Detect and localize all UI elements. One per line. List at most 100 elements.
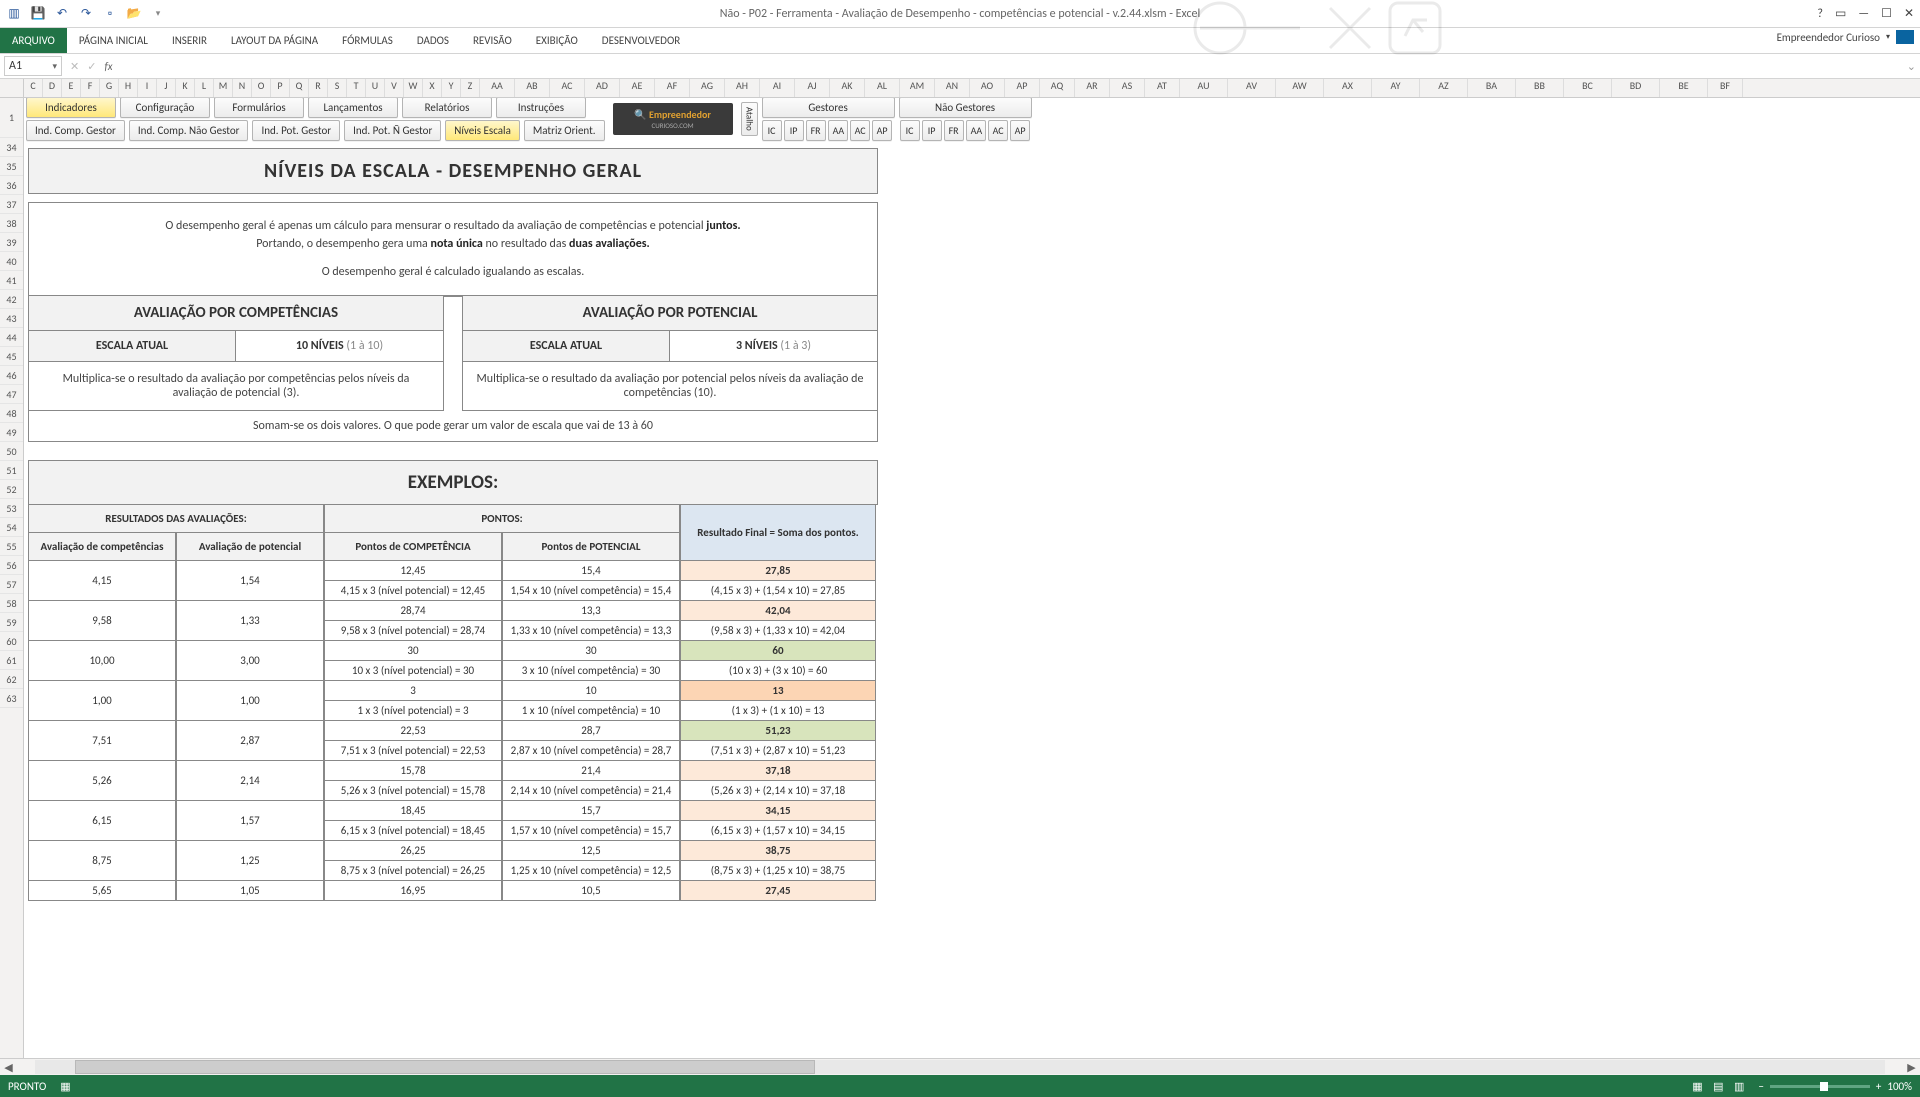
row-header[interactable]: 37 xyxy=(0,195,23,214)
macro-instru-es[interactable]: Instruções xyxy=(496,98,586,118)
short-ip-0[interactable]: IP xyxy=(784,120,804,141)
enter-formula-icon[interactable]: ✓ xyxy=(87,60,96,73)
row-header[interactable]: 44 xyxy=(0,328,23,347)
row-header[interactable]: 51 xyxy=(0,461,23,480)
row-header[interactable]: 34 xyxy=(0,138,23,157)
ribbon-tab-revisão[interactable]: REVISÃO xyxy=(461,28,524,53)
macro-relat-rios[interactable]: Relatórios xyxy=(402,98,492,118)
row-header[interactable]: 59 xyxy=(0,613,23,632)
row-header[interactable]: 48 xyxy=(0,404,23,423)
col-header[interactable]: AE xyxy=(620,79,655,97)
col-header[interactable]: X xyxy=(423,79,442,97)
ribbon-tab-página-inicial[interactable]: PÁGINA INICIAL xyxy=(67,28,160,53)
col-header[interactable]: D xyxy=(43,79,62,97)
row-header[interactable]: 61 xyxy=(0,651,23,670)
macro-indicadores[interactable]: Indicadores xyxy=(26,98,116,118)
page-layout-icon[interactable]: ▤ xyxy=(1713,1080,1723,1093)
macro-lan-amentos[interactable]: Lançamentos xyxy=(308,98,398,118)
short-ac-0[interactable]: AC xyxy=(850,120,870,141)
row-header[interactable]: 62 xyxy=(0,670,23,689)
scroll-left-icon[interactable]: ◀ xyxy=(0,1061,17,1074)
col-header[interactable]: W xyxy=(404,79,423,97)
macro-configura-o[interactable]: Configuração xyxy=(120,98,210,118)
row-header[interactable]: 45 xyxy=(0,347,23,366)
new-icon[interactable]: ▫ xyxy=(102,6,118,22)
col-header[interactable]: AM xyxy=(900,79,935,97)
col-header[interactable]: AL xyxy=(865,79,900,97)
ribbon-tab-inserir[interactable]: INSERIR xyxy=(160,28,219,53)
col-header[interactable]: AA xyxy=(480,79,515,97)
short-ic-1[interactable]: IC xyxy=(900,120,920,141)
row-header[interactable]: 60 xyxy=(0,632,23,651)
ribbon-collapse-icon[interactable]: ▭ xyxy=(1835,6,1846,21)
short-ap-0[interactable]: AP xyxy=(872,120,892,141)
redo-icon[interactable]: ↷ xyxy=(78,6,94,22)
row-header[interactable]: 63 xyxy=(0,689,23,708)
row-header[interactable]: 1 xyxy=(0,98,23,138)
zoom-out-icon[interactable]: − xyxy=(1758,1080,1763,1093)
col-header[interactable]: BD xyxy=(1612,79,1660,97)
macro-matriz-orient-[interactable]: Matriz Orient. xyxy=(524,120,605,141)
zoom-control[interactable]: − + 100% xyxy=(1758,1080,1912,1093)
col-header[interactable]: P xyxy=(271,79,290,97)
ribbon-tab-desenvolvedor[interactable]: DESENVOLVEDOR xyxy=(590,28,692,53)
col-header[interactable]: AG xyxy=(690,79,725,97)
col-header[interactable]: J xyxy=(157,79,176,97)
col-header[interactable]: U xyxy=(366,79,385,97)
col-header[interactable]: BB xyxy=(1516,79,1564,97)
avatar[interactable] xyxy=(1896,30,1914,44)
ribbon-tab-layout-da-página[interactable]: LAYOUT DA PÁGINA xyxy=(219,28,330,53)
col-header[interactable]: AS xyxy=(1110,79,1145,97)
col-header[interactable]: AD xyxy=(585,79,620,97)
col-header[interactable]: AR xyxy=(1075,79,1110,97)
fx-icon[interactable]: fx xyxy=(104,60,112,73)
col-header[interactable]: AF xyxy=(655,79,690,97)
gestores-button[interactable]: Gestores xyxy=(762,98,895,118)
horizontal-scrollbar[interactable]: ◀ ▶ xyxy=(0,1058,1920,1075)
scroll-right-icon[interactable]: ▶ xyxy=(1903,1061,1920,1074)
minimize-icon[interactable]: — xyxy=(1858,7,1869,21)
row-header[interactable]: 57 xyxy=(0,575,23,594)
undo-icon[interactable]: ↶ xyxy=(54,6,70,22)
col-header[interactable]: AH xyxy=(725,79,760,97)
macro-formul-rios[interactable]: Formulários xyxy=(214,98,304,118)
col-header[interactable]: AY xyxy=(1372,79,1420,97)
scroll-track[interactable] xyxy=(35,1060,1885,1074)
short-aa-0[interactable]: AA xyxy=(828,120,848,141)
col-header[interactable]: BF xyxy=(1708,79,1743,97)
col-header[interactable]: I xyxy=(138,79,157,97)
row-header[interactable]: 40 xyxy=(0,252,23,271)
account-label[interactable]: Empreendedor Curioso ▾ xyxy=(1777,30,1914,44)
macro-ind-comp-gestor[interactable]: Ind. Comp. Gestor xyxy=(26,120,125,141)
row-header[interactable]: 55 xyxy=(0,537,23,556)
row-header[interactable]: 53 xyxy=(0,499,23,518)
row-header[interactable]: 50 xyxy=(0,442,23,461)
name-box[interactable]: A1 ▾ xyxy=(4,56,62,76)
col-header[interactable]: AW xyxy=(1276,79,1324,97)
qat-dropdown-icon[interactable]: ▾ xyxy=(150,6,166,22)
col-header[interactable]: H xyxy=(119,79,138,97)
formula-input[interactable] xyxy=(121,56,1916,76)
col-header[interactable]: Y xyxy=(442,79,461,97)
row-header[interactable]: 39 xyxy=(0,233,23,252)
col-header[interactable]: AX xyxy=(1324,79,1372,97)
col-header[interactable]: O xyxy=(252,79,271,97)
save-icon[interactable]: 💾 xyxy=(30,6,46,22)
maximize-icon[interactable]: ☐ xyxy=(1881,6,1892,21)
cancel-formula-icon[interactable]: ✕ xyxy=(70,60,79,73)
row-header[interactable]: 41 xyxy=(0,271,23,290)
zoom-in-icon[interactable]: + xyxy=(1876,1080,1881,1093)
zoom-thumb[interactable] xyxy=(1820,1082,1828,1091)
page-break-icon[interactable]: ▥ xyxy=(1734,1080,1744,1093)
row-header[interactable]: 38 xyxy=(0,214,23,233)
help-icon[interactable]: ? xyxy=(1817,7,1823,21)
macro-ind-pot-gestor[interactable]: Ind. Pot. Ñ Gestor xyxy=(344,120,441,141)
short-fr-1[interactable]: FR xyxy=(944,120,964,141)
col-header[interactable]: G xyxy=(100,79,119,97)
nao-gestores-button[interactable]: Não Gestores xyxy=(899,98,1032,118)
close-icon[interactable]: ✕ xyxy=(1904,6,1914,21)
col-header[interactable]: AI xyxy=(760,79,795,97)
col-header[interactable]: Q xyxy=(290,79,309,97)
col-header[interactable]: AZ xyxy=(1420,79,1468,97)
col-header[interactable]: BE xyxy=(1660,79,1708,97)
